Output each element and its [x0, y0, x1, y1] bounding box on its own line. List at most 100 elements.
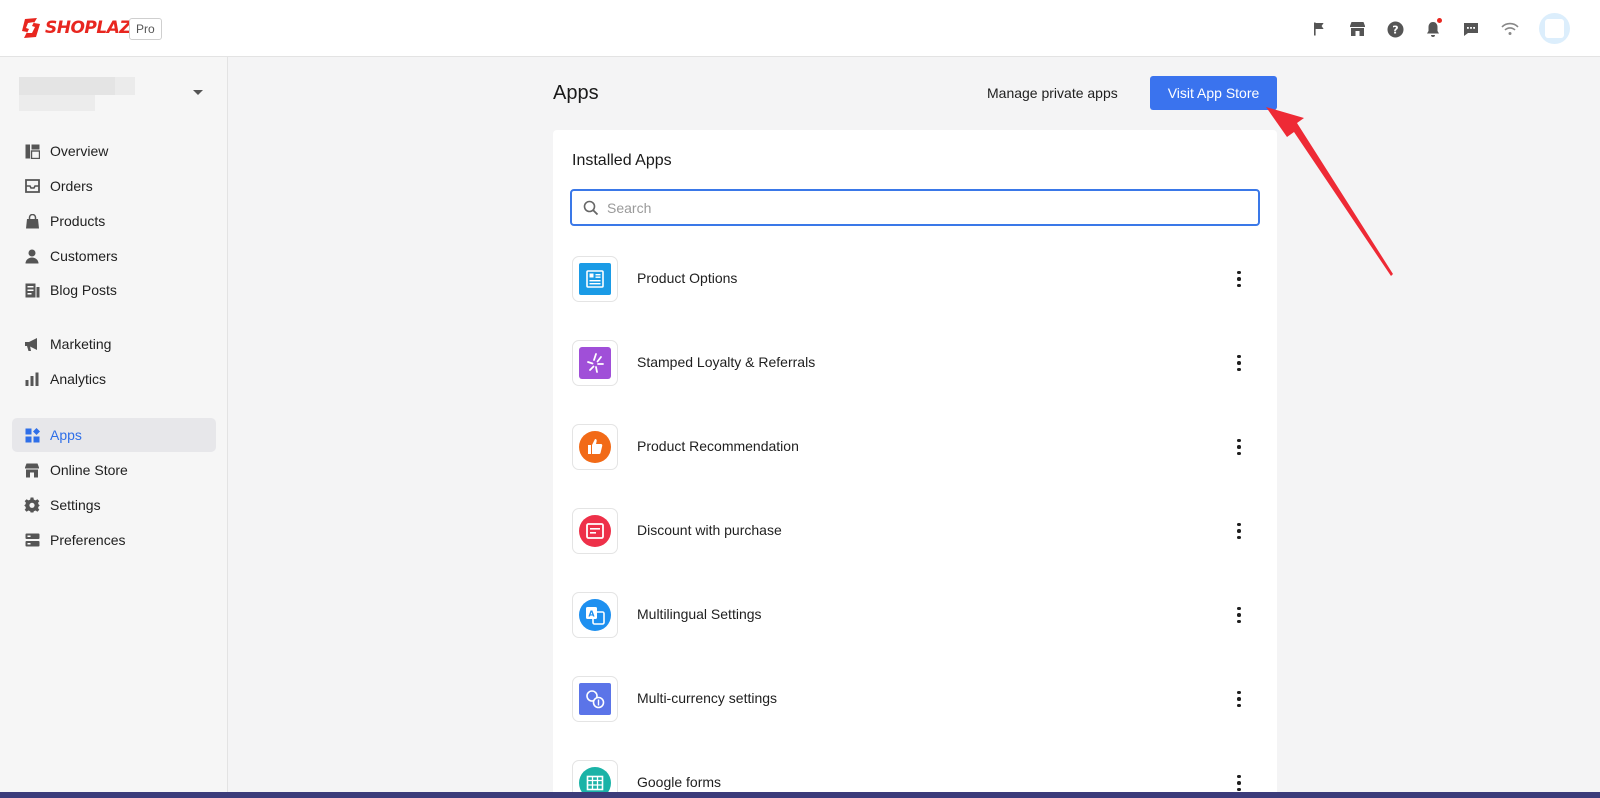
notification-dot	[1437, 18, 1442, 23]
dot	[1237, 354, 1241, 359]
thumbs-up-icon	[579, 431, 611, 463]
search-input[interactable]	[607, 199, 1247, 216]
more-options-button[interactable]	[1227, 267, 1251, 291]
sidebar-item-settings[interactable]: Settings	[12, 488, 216, 522]
preferences-icon	[24, 532, 40, 548]
sidebar-item-analytics[interactable]: Analytics	[12, 362, 216, 396]
wifi-icon[interactable]	[1500, 19, 1520, 39]
app-name: Multilingual Settings	[637, 606, 762, 622]
sidebar-item-marketing[interactable]: Marketing	[12, 327, 216, 361]
sidebar-item-label: Orders	[50, 178, 93, 194]
blurred-store-name	[19, 95, 95, 111]
app-icon	[572, 508, 618, 554]
app-row[interactable]: Google forms	[553, 740, 1277, 798]
sidebar-item-overview[interactable]: Overview	[12, 134, 216, 168]
dot	[1237, 529, 1241, 533]
store-switcher[interactable]	[19, 77, 215, 113]
dot	[1237, 277, 1241, 281]
dot	[1237, 438, 1241, 443]
app-name: Multi-currency settings	[637, 690, 778, 706]
app-row[interactable]: Product Options	[553, 236, 1277, 320]
dot	[1237, 613, 1241, 617]
shoplazza-logo-icon	[22, 18, 40, 38]
product-options-icon	[579, 263, 611, 295]
dot	[1237, 690, 1241, 695]
app-row[interactable]: A Multilingual Settings	[553, 572, 1277, 656]
chat-icon[interactable]	[1461, 19, 1481, 39]
svg-text:?: ?	[1392, 23, 1398, 36]
app-row[interactable]: Product Recommendation	[553, 404, 1277, 488]
plan-badge: Pro	[129, 18, 162, 40]
storefront-icon[interactable]	[1347, 19, 1367, 39]
sidebar-item-apps[interactable]: Apps	[12, 418, 216, 452]
dot	[1237, 270, 1241, 275]
help-icon[interactable]: ?	[1385, 19, 1405, 39]
blurred-store-name	[115, 77, 135, 95]
storefront-icon	[24, 462, 40, 478]
sidebar-item-customers[interactable]: Customers	[12, 239, 216, 273]
sidebar-item-blog-posts[interactable]: Blog Posts	[12, 273, 216, 307]
app-name: Google forms	[637, 774, 722, 790]
app-row[interactable]: Multi-currency settings	[553, 656, 1277, 740]
sidebar-item-label: Blog Posts	[50, 282, 117, 298]
sidebar-item-label: Apps	[50, 427, 82, 443]
app-row[interactable]: Discount with purchase	[553, 488, 1277, 572]
sidebar-item-label: Products	[50, 213, 106, 229]
dot	[1237, 787, 1241, 792]
dot	[1237, 774, 1241, 779]
dot	[1237, 697, 1241, 701]
top-bar: SHOPLAZZA Pro ?	[0, 0, 1600, 57]
flag-icon[interactable]	[1309, 19, 1329, 39]
dot	[1237, 361, 1241, 365]
sidebar-item-label: Analytics	[50, 371, 107, 387]
overview-icon	[24, 143, 40, 159]
avatar[interactable]	[1539, 13, 1570, 44]
app-name: Product Options	[637, 270, 738, 286]
sidebar-item-label: Preferences	[50, 532, 126, 548]
more-options-button[interactable]	[1227, 351, 1251, 375]
dot	[1237, 703, 1241, 708]
search-field[interactable]	[570, 189, 1260, 226]
page-title: Apps	[553, 82, 599, 104]
sparkle-icon	[579, 347, 611, 379]
bell-icon[interactable]	[1423, 18, 1443, 39]
sidebar-item-preferences[interactable]: Preferences	[12, 523, 216, 557]
dot	[1237, 606, 1241, 611]
dot	[1237, 619, 1241, 624]
analytics-icon	[24, 371, 40, 387]
dot	[1237, 283, 1241, 288]
installed-apps-card: Installed Apps Product Options Stamped L…	[553, 130, 1277, 798]
app-icon	[572, 256, 618, 302]
avatar-image	[1545, 19, 1564, 38]
sidebar-item-products[interactable]: Products	[12, 204, 216, 238]
sidebar-item-label: Marketing	[50, 336, 112, 352]
sidebar-item-orders[interactable]: Orders	[12, 169, 216, 203]
gear-icon	[24, 497, 40, 513]
products-icon	[24, 213, 40, 229]
sidebar-item-label: Overview	[50, 143, 109, 159]
dot	[1237, 451, 1241, 456]
dot	[1237, 522, 1241, 527]
sidebar-item-label: Customers	[50, 248, 118, 264]
chevron-down-icon	[193, 90, 203, 95]
apps-icon	[24, 427, 40, 443]
search-icon	[583, 200, 599, 215]
svg-text:A: A	[588, 610, 595, 619]
more-options-button[interactable]	[1227, 519, 1251, 543]
sidebar: Overview Orders Products Customers Blog …	[0, 57, 228, 798]
dot	[1237, 781, 1241, 785]
sidebar-item-online-store[interactable]: Online Store	[12, 453, 216, 487]
translate-icon: A	[579, 599, 611, 631]
more-options-button[interactable]	[1227, 435, 1251, 459]
manage-private-apps-button[interactable]: Manage private apps	[972, 77, 1133, 109]
card-title: Installed Apps	[572, 152, 672, 169]
sidebar-item-label: Online Store	[50, 462, 128, 478]
window-bottom-edge	[0, 792, 1600, 798]
app-row[interactable]: Stamped Loyalty & Referrals	[553, 320, 1277, 404]
customers-icon	[24, 248, 40, 264]
app-icon: A	[572, 592, 618, 638]
visit-app-store-button[interactable]: Visit App Store	[1150, 76, 1277, 110]
more-options-button[interactable]	[1227, 603, 1251, 627]
more-options-button[interactable]	[1227, 687, 1251, 711]
app-name: Product Recommendation	[637, 438, 799, 454]
